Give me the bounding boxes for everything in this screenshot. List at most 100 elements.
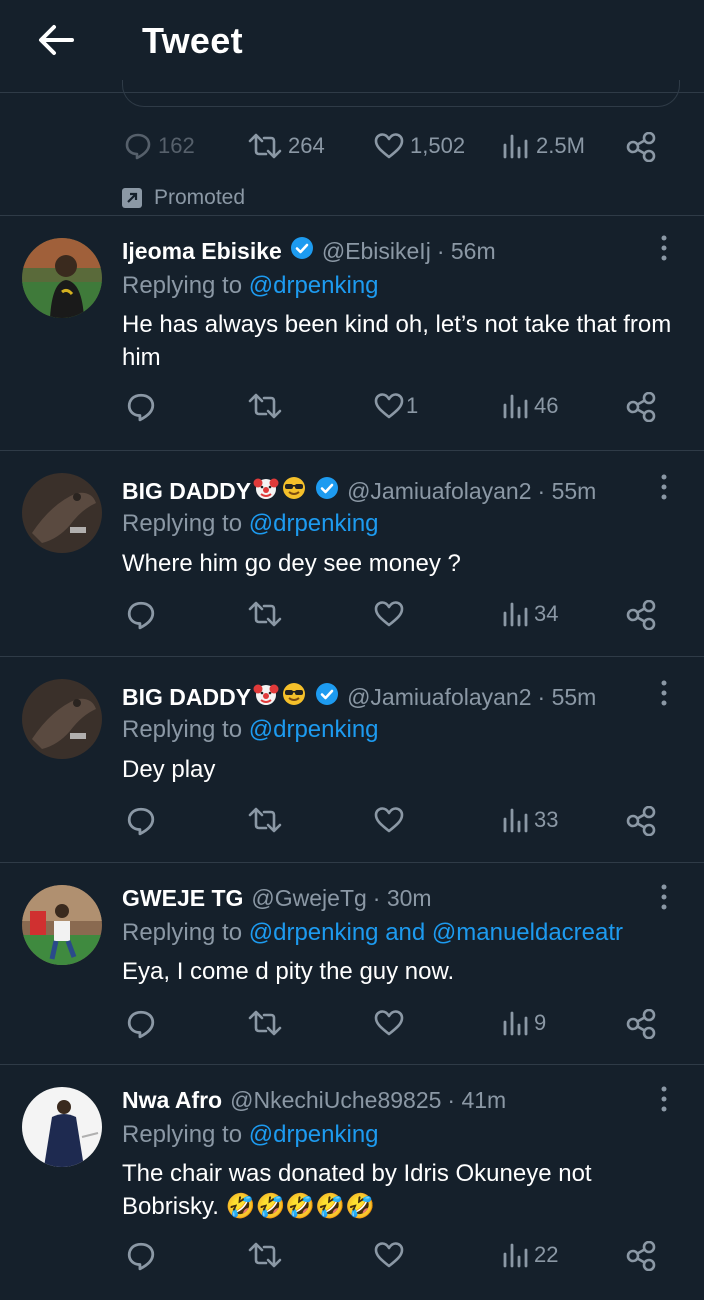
views-button[interactable]: 46 [502, 392, 558, 420]
replying-to-line: Replying to @drpenking [122, 716, 379, 744]
reply-button[interactable] [126, 1009, 162, 1039]
more-options-icon[interactable] [656, 1085, 672, 1113]
divider [0, 862, 704, 863]
share-button[interactable] [626, 600, 656, 630]
clown-emoji-icon [253, 681, 279, 713]
reply-tweet[interactable]: Ijeoma Ebisike @EbisikeIj · 56m Replying… [0, 230, 704, 450]
retweet-icon [248, 133, 282, 159]
replying-to-line: Replying to @drpenking [122, 272, 379, 300]
avatar[interactable] [22, 885, 102, 965]
promoted-text: Promoted [154, 186, 246, 209]
more-options-icon[interactable] [656, 679, 672, 707]
divider [0, 656, 704, 657]
views-button[interactable]: 33 [502, 806, 558, 834]
retweet-button[interactable] [248, 1241, 288, 1269]
avatar[interactable] [22, 679, 102, 759]
share-button[interactable] [626, 392, 656, 422]
replying-to-link[interactable]: @drpenking [249, 716, 379, 743]
like-button[interactable] [374, 1241, 406, 1269]
user-handle[interactable]: @EbisikeIj [322, 238, 431, 265]
reply-actions: 9 [0, 1009, 704, 1045]
replying-prefix: Replying to [122, 510, 243, 537]
timestamp: · 55m [537, 683, 597, 710]
retweet-button[interactable] [248, 392, 288, 420]
retweet-button[interactable]: 264 [248, 132, 325, 160]
display-name[interactable]: BIG DADDY [122, 684, 251, 711]
replying-to-link[interactable]: @drpenking and @manueldacreatr [249, 919, 623, 946]
reply-button[interactable] [126, 806, 162, 836]
avatar[interactable] [22, 473, 102, 553]
share-button[interactable] [626, 1241, 656, 1271]
like-button[interactable]: 1 [374, 392, 418, 420]
replying-to-link[interactable]: @drpenking [249, 1121, 379, 1148]
like-count: 1,502 [410, 133, 466, 158]
like-button[interactable] [374, 600, 406, 628]
reply-icon [125, 133, 151, 160]
like-button[interactable]: 1,502 [374, 132, 465, 160]
share-icon [626, 132, 656, 162]
tweet-text: Dey play [122, 756, 216, 783]
views-count: 22 [534, 1242, 559, 1267]
timestamp: · 56m [436, 237, 496, 264]
reply-icon [127, 1010, 155, 1039]
back-arrow-icon[interactable] [32, 20, 78, 60]
share-button[interactable] [626, 132, 656, 162]
promoted-arrow-icon [122, 188, 142, 208]
user-handle[interactable]: @Jamiuafolayan2 [347, 478, 531, 505]
reply-actions: 34 [0, 600, 704, 636]
display-name[interactable]: BIG DADDY [122, 478, 251, 505]
reply-icon [127, 807, 155, 836]
more-options-icon[interactable] [656, 883, 672, 911]
reply-icon [127, 393, 155, 422]
retweet-icon [248, 393, 282, 419]
replying-to-link[interactable]: @drpenking [249, 272, 379, 299]
retweet-button[interactable] [248, 1009, 288, 1037]
user-handle[interactable]: @NkechiUche89825 [230, 1087, 441, 1114]
reply-tweet[interactable]: BIG DADDY @Jamiuafolayan2 · 55m Replying… [0, 465, 704, 655]
user-handle[interactable]: @GwejeTg [251, 885, 366, 912]
share-button[interactable] [626, 1009, 656, 1039]
retweet-button[interactable] [248, 806, 288, 834]
reply-button[interactable] [126, 392, 162, 422]
display-name[interactable]: GWEJE TG [122, 885, 243, 912]
reply-button[interactable] [126, 600, 162, 630]
reply-button[interactable]: 162 [124, 132, 195, 160]
reply-tweet[interactable]: Nwa Afro @NkechiUche89825 · 41m Replying… [0, 1079, 704, 1300]
verified-badge-icon [315, 682, 339, 712]
display-name[interactable]: Nwa Afro [122, 1087, 222, 1114]
views-count: 46 [534, 393, 559, 418]
views-chart-icon [503, 602, 528, 627]
views-chart-icon [503, 1011, 528, 1036]
reply-button[interactable] [126, 1241, 162, 1271]
reply-actions: 1 46 [0, 392, 704, 428]
display-name[interactable]: Ijeoma Ebisike [122, 238, 282, 265]
reply-header: Nwa Afro @NkechiUche89825 · 41m [122, 1087, 506, 1114]
heart-icon [374, 807, 404, 833]
views-count: 9 [534, 1010, 547, 1035]
timestamp: · 30m [372, 885, 432, 911]
reply-actions: 33 [0, 806, 704, 842]
replying-to-link[interactable]: @drpenking [249, 510, 379, 537]
avatar[interactable] [22, 1087, 102, 1167]
heart-icon [374, 133, 404, 159]
retweet-button[interactable] [248, 600, 288, 628]
like-button[interactable] [374, 806, 406, 834]
reply-icon [127, 1242, 155, 1271]
reply-tweet[interactable]: BIG DADDY @Jamiuafolayan2 · 55m Replying… [0, 671, 704, 861]
views-button[interactable]: 9 [502, 1009, 546, 1037]
more-options-icon[interactable] [656, 473, 672, 501]
more-options-icon[interactable] [656, 234, 672, 262]
views-button[interactable]: 34 [502, 600, 558, 628]
avatar[interactable] [22, 238, 102, 318]
reply-tweet[interactable]: GWEJE TG @GwejeTg · 30m Replying to @drp… [0, 877, 704, 1067]
views-button[interactable]: 2.5M [502, 132, 585, 160]
like-button[interactable] [374, 1009, 406, 1037]
tweet-text: He has always been kind oh, let’s not ta… [122, 311, 672, 371]
replying-to-line: Replying to @drpenking and @manueldacrea… [122, 919, 623, 947]
views-button[interactable]: 22 [502, 1241, 558, 1269]
divider [0, 1064, 704, 1065]
share-button[interactable] [626, 806, 656, 836]
retweet-icon [248, 1242, 282, 1268]
user-handle[interactable]: @Jamiuafolayan2 [347, 684, 531, 711]
reply-header: BIG DADDY @Jamiuafolayan2 · 55m [122, 681, 596, 713]
